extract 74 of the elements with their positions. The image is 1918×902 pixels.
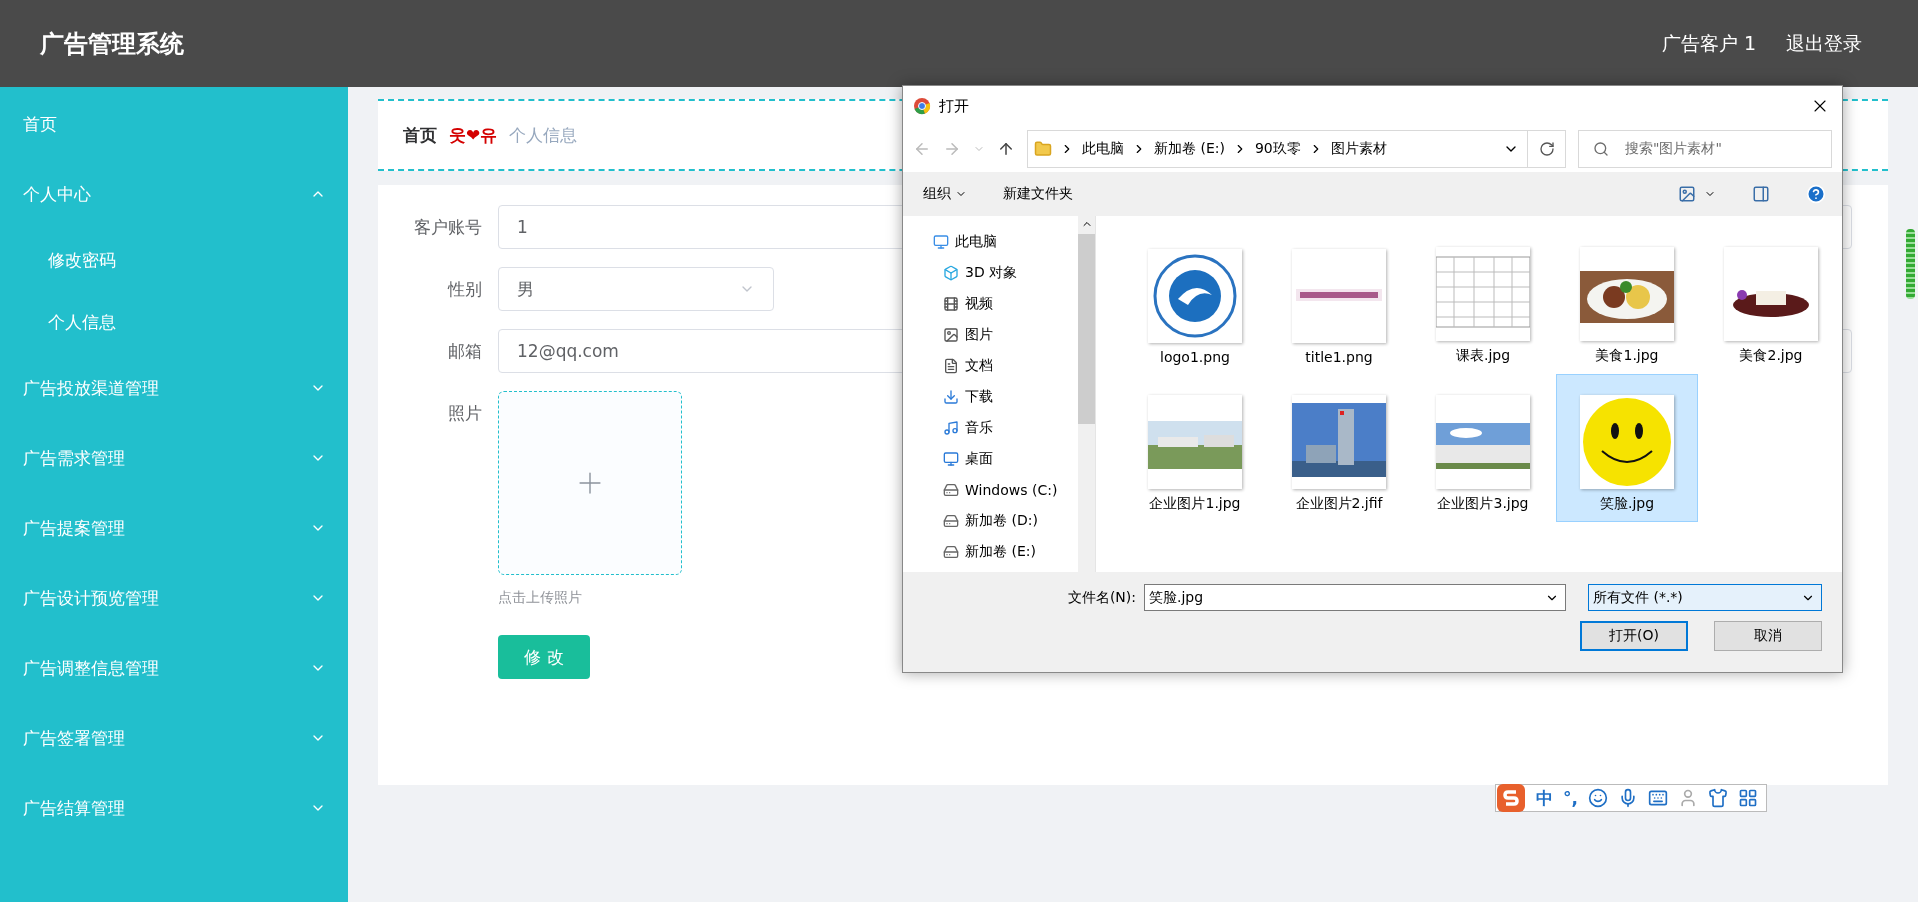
file-type-select[interactable]: 所有文件 (*.*) (1588, 584, 1822, 611)
refresh-icon[interactable] (1538, 141, 1555, 157)
file-item[interactable]: 课表.jpg (1412, 226, 1554, 374)
field-label: 客户账号 (413, 216, 483, 239)
organize-button[interactable]: 组织 (923, 185, 967, 203)
monitor-icon (943, 450, 959, 467)
cancel-button[interactable]: 取消 (1714, 621, 1822, 651)
path-segment[interactable]: 新加卷 (E:) (1154, 140, 1225, 158)
nav-item[interactable]: 新加卷 (D:) (933, 507, 1078, 534)
keyboard-icon[interactable] (1647, 788, 1668, 808)
drive-icon (943, 481, 959, 498)
image-icon (943, 326, 959, 343)
filename-field[interactable]: 笑脸.jpg (1144, 584, 1566, 611)
address-bar[interactable]: 此电脑 新加卷 (E:) 90玖零 图片素材 (1027, 130, 1566, 168)
nav-item[interactable]: 3D 对象 (933, 259, 1078, 286)
file-item[interactable]: 企业图片2.jfif (1268, 374, 1410, 522)
field-label: 照片 (447, 402, 483, 425)
grid-icon[interactable] (1737, 788, 1758, 808)
nav-item[interactable]: 音乐 (933, 414, 1078, 441)
view-icon[interactable] (1678, 185, 1696, 203)
select-field[interactable]: 男 (498, 267, 774, 311)
up-icon[interactable] (997, 140, 1015, 158)
nav-item[interactable]: 新加卷 (E:) (933, 538, 1078, 565)
new-folder-button[interactable]: 新建文件夹 (1003, 185, 1073, 203)
music-icon (943, 419, 959, 436)
breadcrumb-link[interactable]: 首页 (403, 123, 437, 147)
drive-icon (943, 512, 959, 529)
path-segment[interactable]: 此电脑 (1082, 140, 1124, 158)
nav-item[interactable]: 文档 (933, 352, 1078, 379)
nav-item[interactable]: Windows (C:) (933, 476, 1078, 503)
nav-item[interactable]: 下载 (933, 383, 1078, 410)
shirt-icon[interactable] (1707, 788, 1728, 808)
search-field[interactable]: 搜索"图片素材" (1578, 130, 1832, 168)
ime-mode[interactable]: 中 (1536, 786, 1553, 810)
file-item[interactable]: 美食1.jpg (1556, 226, 1698, 374)
smiley-icon[interactable] (1587, 788, 1608, 808)
film-icon (943, 295, 959, 312)
filename-label: 文件名(N): (1067, 588, 1136, 607)
logout-link[interactable]: 退出登录 (1786, 30, 1862, 57)
file-item[interactable]: 企业图片3.jpg (1412, 374, 1554, 522)
dialog-title: 打开 (939, 96, 970, 116)
help-icon[interactable] (1806, 184, 1826, 204)
nav-item[interactable]: 视频 (933, 290, 1078, 317)
folder-icon (1034, 140, 1052, 158)
upload-hint: 点击上传照片 (498, 589, 583, 607)
document-icon (943, 357, 959, 374)
path-segment[interactable]: 90玖零 (1254, 140, 1301, 158)
nav-item[interactable]: 此电脑 (933, 228, 1078, 255)
download-icon (943, 388, 959, 405)
cube-icon (943, 264, 959, 281)
nav-item[interactable]: 桌面 (933, 445, 1078, 472)
drive-icon (943, 543, 959, 560)
scroll-indicator (1906, 229, 1915, 299)
user-link[interactable]: 广告客户 1 (1661, 30, 1756, 57)
field-label: 性别 (446, 278, 483, 301)
preview-pane-icon[interactable] (1752, 185, 1770, 203)
field-label: 邮箱 (447, 340, 483, 363)
path-segment[interactable]: 图片素材 (1330, 140, 1387, 158)
scrollbar-thumb[interactable] (1078, 234, 1095, 424)
app-title: 广告管理系统 (40, 28, 184, 60)
file-item[interactable]: 美食2.jpg (1700, 226, 1842, 374)
file-item[interactable]: 笑脸.jpg (1556, 374, 1698, 522)
monitor-icon (933, 233, 949, 250)
nav-item[interactable]: 图片 (933, 321, 1078, 348)
file-item[interactable]: logo1.png (1124, 226, 1266, 374)
open-button[interactable]: 打开(O) (1580, 621, 1688, 651)
file-item[interactable]: 企业图片1.jpg (1124, 374, 1266, 522)
file-item[interactable]: title1.png (1268, 226, 1410, 374)
search-placeholder: 搜索"图片素材" (1625, 140, 1722, 158)
breadcrumb-separator: 웃❤유 (449, 123, 498, 147)
search-icon (1593, 141, 1609, 157)
breadcrumb-current: 个人信息 (509, 123, 578, 147)
browser-logo-icon (913, 97, 931, 115)
punctuation-toggle[interactable]: °, (1563, 788, 1578, 808)
